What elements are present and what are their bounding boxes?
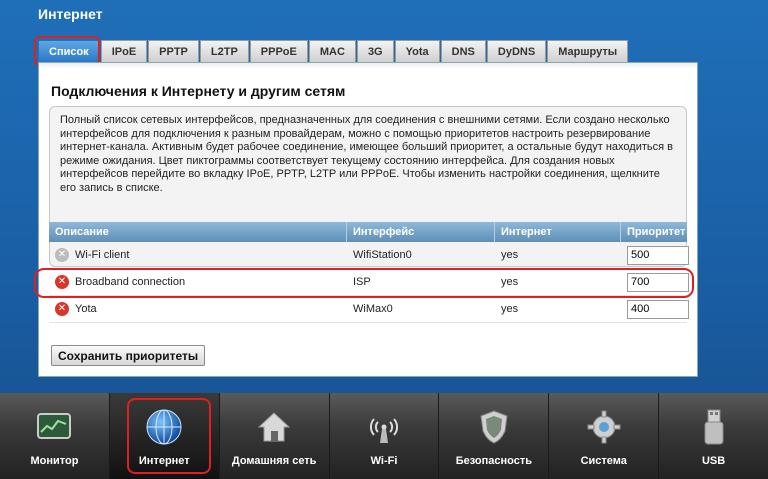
tab-l2tp[interactable]: L2TP <box>199 40 249 62</box>
tab-routes[interactable]: Маршруты <box>547 40 629 62</box>
connection-internet: yes <box>501 303 519 315</box>
tab-dydns[interactable]: DyDNS <box>486 40 547 62</box>
nav-label: Wi-Fi <box>370 455 398 467</box>
connection-name: Broadband connection <box>75 276 186 288</box>
shield-icon <box>474 407 514 447</box>
connections-panel: Подключения к Интернету и другим сетям П… <box>38 62 698 377</box>
nav-label: USB <box>701 455 726 467</box>
table-header: Описание Интерфейс Интернет Приоритет <box>49 222 687 242</box>
nav-label: Безопасность <box>455 455 533 467</box>
tab-ipoe[interactable]: IPoE <box>100 40 148 62</box>
header-internet: Интернет <box>495 222 621 242</box>
connection-interface: WifiStation0 <box>353 249 412 261</box>
connection-internet: yes <box>501 276 519 288</box>
priority-input[interactable] <box>627 299 689 319</box>
status-inactive-icon: ✕ <box>55 248 69 262</box>
status-error-icon: ✕ <box>55 275 69 289</box>
tab-list[interactable]: Список <box>38 40 100 62</box>
globe-icon <box>144 407 184 447</box>
connection-interface: ISP <box>353 276 371 288</box>
section-title: Подключения к Интернету и другим сетям <box>51 83 346 99</box>
nav-internet[interactable]: Интернет <box>109 393 220 479</box>
header-description: Описание <box>49 222 347 242</box>
nav-security[interactable]: Безопасность <box>439 393 550 479</box>
connection-name: Wi-Fi client <box>75 249 130 261</box>
panel-header-strip <box>39 63 697 69</box>
connection-internet: yes <box>501 249 519 261</box>
gear-icon <box>584 407 624 447</box>
nav-monitor[interactable]: Монитор <box>0 393 110 479</box>
status-error-icon: ✕ <box>55 302 69 316</box>
tab-3g[interactable]: 3G <box>356 40 394 62</box>
connection-name: Yota <box>75 303 97 315</box>
priority-input[interactable] <box>627 272 689 292</box>
save-priorities-button[interactable]: Сохранить приоритеты <box>51 345 206 366</box>
nav-label: Домашняя сеть <box>231 455 317 467</box>
nav-system[interactable]: Система <box>549 393 660 479</box>
connections-table: Описание Интерфейс Интернет Приоритет ✕ … <box>49 222 689 323</box>
home-icon <box>254 407 294 447</box>
tab-bar: Список IPoE PPTP L2TP PPPoE MAC 3G Yota … <box>38 40 629 62</box>
connection-interface: WiMax0 <box>353 303 393 315</box>
tab-pptp[interactable]: PPTP <box>148 40 199 62</box>
nav-label: Система <box>580 455 627 467</box>
page-title: Интернет <box>38 6 103 22</box>
tab-mac[interactable]: MAC <box>308 40 356 62</box>
nav-label: Монитор <box>30 455 79 467</box>
priority-input[interactable] <box>627 245 689 265</box>
monitor-icon <box>34 407 74 447</box>
bottom-nav: Монитор Интернет Домашняя сеть Wi-Fi Без… <box>0 393 768 479</box>
table-row[interactable]: ✕ Wi-Fi client WifiStation0 yes <box>49 242 689 269</box>
tab-pppoe[interactable]: PPPoE <box>249 40 308 62</box>
header-priority: Приоритет <box>627 226 686 238</box>
usb-icon <box>694 407 734 447</box>
table-row[interactable]: ✕ Broadband connection ISP yes <box>49 269 689 296</box>
tab-yota[interactable]: Yota <box>394 40 440 62</box>
header-interface: Интерфейс <box>347 222 495 242</box>
nav-home-network[interactable]: Домашняя сеть <box>220 393 330 479</box>
tab-dns[interactable]: DNS <box>440 40 486 62</box>
nav-wifi[interactable]: Wi-Fi <box>330 393 440 479</box>
table-row[interactable]: ✕ Yota WiMax0 yes <box>49 296 689 323</box>
nav-usb[interactable]: USB <box>659 393 768 479</box>
wifi-icon <box>364 407 404 447</box>
nav-label: Интернет <box>138 455 190 467</box>
